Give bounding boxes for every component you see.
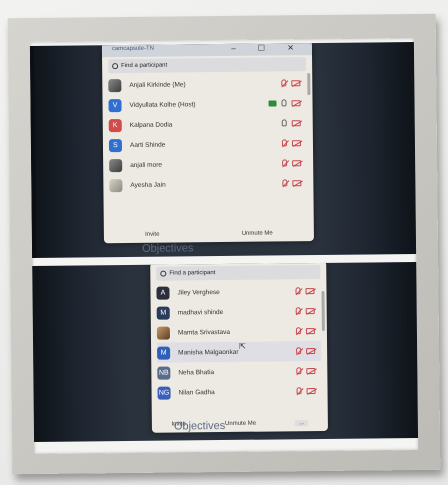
participant-row[interactable]: Mamta Srivastava bbox=[156, 321, 321, 343]
mic-muted-icon bbox=[295, 307, 301, 315]
invite-button[interactable]: Invite bbox=[145, 232, 159, 238]
avatar bbox=[108, 78, 122, 92]
scrollbar[interactable] bbox=[307, 73, 311, 96]
participant-row[interactable]: A Jiley Verghese bbox=[156, 281, 320, 303]
camera-off-icon bbox=[291, 99, 301, 106]
avatar: K bbox=[108, 118, 122, 132]
participant-status bbox=[281, 119, 301, 127]
participant-row[interactable]: Anjali Kirkinde (Me) bbox=[108, 73, 306, 95]
participant-name: Anjali Kirkinde (Me) bbox=[129, 80, 186, 89]
camera-off-icon bbox=[292, 159, 302, 166]
participant-status bbox=[282, 159, 302, 167]
participant-status bbox=[282, 179, 302, 187]
participant-status bbox=[281, 139, 301, 147]
camera-off-icon bbox=[291, 139, 301, 146]
avatar: NB bbox=[157, 366, 171, 380]
participant-status bbox=[296, 387, 316, 395]
participant-name: madhavi shinde bbox=[177, 308, 224, 316]
scrollbar[interactable] bbox=[321, 290, 325, 331]
participant-status bbox=[268, 99, 301, 107]
unmute-button[interactable]: Unmute Me bbox=[242, 230, 273, 236]
avatar: A bbox=[156, 286, 170, 300]
search-icon bbox=[160, 270, 167, 277]
unmute-button[interactable]: Unmute Me bbox=[225, 421, 256, 427]
avatar: M bbox=[157, 346, 171, 360]
window-titlebar: camcapsule-TN – ☐ ✕ bbox=[101, 43, 313, 58]
avatar bbox=[109, 158, 123, 172]
window-controls[interactable]: – ☐ ✕ bbox=[231, 43, 304, 53]
camera-off-icon bbox=[291, 119, 301, 126]
mic-muted-icon bbox=[296, 367, 302, 375]
mic-muted-icon bbox=[282, 159, 288, 167]
mic-muted-icon bbox=[295, 327, 301, 335]
participants-panel: Find a participant A Jiley Verghese Mmadha… bbox=[150, 261, 328, 433]
mic-muted-icon bbox=[281, 79, 287, 87]
participant-row[interactable]: S Aarti Shinde bbox=[108, 133, 307, 155]
camera-off-icon bbox=[306, 387, 316, 394]
participant-status bbox=[295, 327, 315, 335]
bottom-screenshot: Find a participant A Jiley Verghese Mmadha… bbox=[32, 261, 419, 442]
mic-icon bbox=[281, 119, 287, 127]
participant-list: Anjali Kirkinde (Me) V Vidyullata Kolhe (H… bbox=[108, 73, 307, 195]
camera-off-icon bbox=[305, 287, 315, 294]
participant-name: Manisha Malgaonkar bbox=[178, 348, 239, 356]
search-icon bbox=[112, 63, 119, 70]
app-title: camcapsule-TN bbox=[111, 45, 154, 53]
participant-name: Vidyullata Kolhe (Host) bbox=[129, 100, 196, 109]
avatar: S bbox=[108, 138, 123, 152]
participant-row[interactable]: NG Nilan Gadha bbox=[157, 381, 321, 403]
participants-panel: camcapsule-TN – ☐ ✕ Find a participant A… bbox=[101, 43, 314, 244]
screen-share-icon bbox=[268, 99, 277, 107]
participant-status bbox=[281, 79, 301, 87]
mic-muted-icon bbox=[295, 287, 301, 295]
search-placeholder: Find a participant bbox=[121, 62, 168, 70]
participant-row[interactable]: anjali more bbox=[109, 153, 307, 175]
search-input[interactable]: Find a participant bbox=[156, 264, 321, 281]
participant-row[interactable]: K Kalpana Dodia bbox=[108, 113, 307, 135]
avatar: V bbox=[108, 98, 122, 112]
background-heading: Objectives bbox=[173, 419, 226, 433]
picture-frame: camcapsule-TN – ☐ ✕ Find a participant A… bbox=[7, 13, 441, 475]
avatar bbox=[156, 326, 170, 340]
mic-icon bbox=[281, 99, 287, 107]
participant-name: Aarti Shinde bbox=[129, 141, 166, 149]
camera-off-icon bbox=[306, 367, 316, 374]
participant-row[interactable]: Ayesha Jain bbox=[109, 173, 307, 195]
search-placeholder: Find a participant bbox=[169, 270, 216, 277]
camera-off-icon bbox=[305, 327, 315, 334]
top-screenshot: camcapsule-TN – ☐ ✕ Find a participant A… bbox=[29, 42, 417, 259]
camera-off-icon bbox=[291, 79, 301, 86]
more-button[interactable]: ... bbox=[295, 420, 309, 427]
participant-row[interactable]: V Vidyullata Kolhe (Host) bbox=[108, 93, 306, 115]
participant-row[interactable]: NB Neha Bhatia bbox=[157, 361, 321, 383]
participant-name: Ayesha Jain bbox=[130, 181, 166, 189]
participant-name: anjali more bbox=[130, 161, 162, 169]
participant-name: Kalpana Dodia bbox=[129, 121, 173, 129]
mouse-cursor-icon: ⇱ bbox=[239, 341, 246, 351]
avatar bbox=[109, 178, 123, 192]
panel-footer: Invite Unmute Me bbox=[104, 225, 314, 243]
participant-name: Neha Bhatia bbox=[178, 368, 215, 376]
camera-off-icon bbox=[305, 307, 315, 314]
camera-off-icon bbox=[292, 179, 302, 186]
mic-muted-icon bbox=[282, 179, 288, 187]
participant-status bbox=[295, 287, 315, 295]
search-input[interactable]: Find a participant bbox=[108, 57, 307, 74]
participant-name: Mamta Srivastava bbox=[177, 328, 230, 336]
frame-mat: camcapsule-TN – ☐ ✕ Find a participant A… bbox=[29, 38, 419, 454]
avatar: M bbox=[156, 306, 170, 320]
camera-off-icon bbox=[306, 347, 316, 354]
participant-row[interactable]: Mmadhavi shinde bbox=[156, 301, 321, 323]
avatar: NG bbox=[157, 386, 171, 400]
participant-status bbox=[295, 307, 315, 315]
participant-status bbox=[296, 367, 316, 375]
participant-name: Jiley Verghese bbox=[177, 288, 220, 296]
mic-muted-icon bbox=[281, 139, 287, 147]
mic-muted-icon bbox=[296, 387, 302, 395]
photo-edge bbox=[29, 45, 37, 259]
participant-status bbox=[296, 347, 316, 355]
background-heading: Objectives bbox=[141, 242, 194, 255]
participant-name: Nilan Gadha bbox=[178, 388, 215, 396]
mic-muted-icon bbox=[296, 347, 302, 355]
